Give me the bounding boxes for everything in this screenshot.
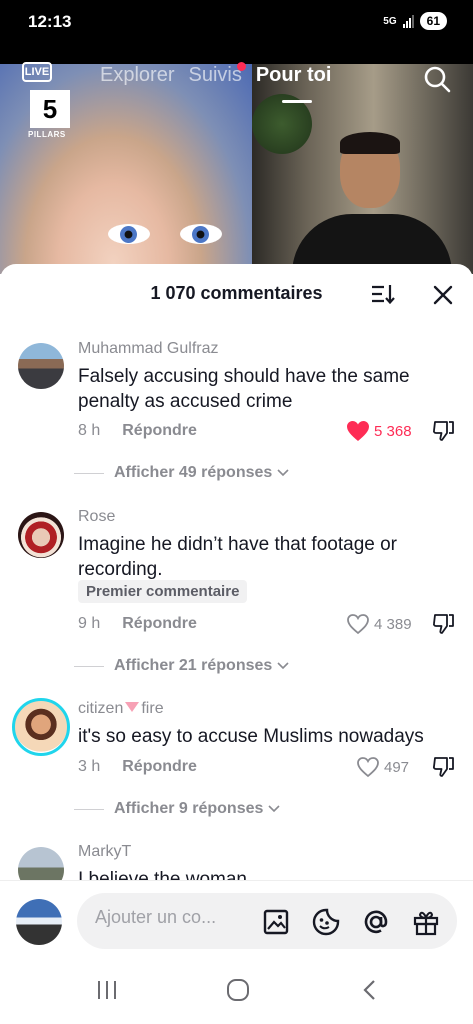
- view-replies-label: Afficher 49 réponses: [114, 464, 273, 481]
- recent-apps-icon[interactable]: [96, 978, 118, 1007]
- author-name-part: citizen: [78, 700, 124, 717]
- view-replies-link[interactable]: Afficher 21 réponses: [74, 657, 290, 675]
- comment-author[interactable]: Rose: [78, 508, 115, 526]
- comment-time: 3 h: [78, 758, 101, 775]
- like-count: 497: [384, 758, 410, 776]
- eye-shape: [180, 224, 222, 244]
- tab-pour-toi[interactable]: Pour toi: [256, 64, 331, 103]
- channel-name: PILLARS: [28, 130, 66, 139]
- reply-button[interactable]: Répondre: [122, 422, 197, 439]
- view-replies-label: Afficher 9 réponses: [114, 800, 264, 817]
- comment-meta: 3 h Répondre: [78, 758, 197, 776]
- image-icon[interactable]: [261, 907, 291, 937]
- channel-logo[interactable]: 5: [30, 90, 70, 128]
- back-icon[interactable]: [360, 978, 380, 1007]
- tab-suivis-label: Suivis: [188, 64, 242, 86]
- comment-input[interactable]: [95, 907, 255, 928]
- sheet-header: 1 070 commentaires: [0, 264, 473, 324]
- live-badge[interactable]: LIVE: [22, 62, 52, 82]
- comments-count-title: 1 070 commentaires: [150, 283, 323, 303]
- status-bar: 12:13 5G 61: [0, 0, 473, 64]
- chevron-down-icon: [277, 662, 289, 670]
- eye-shape: [108, 224, 150, 244]
- author-name-part: fire: [141, 700, 164, 717]
- heart-icon: [347, 421, 369, 441]
- view-replies-label: Afficher 21 réponses: [114, 657, 273, 674]
- divider: [74, 808, 104, 810]
- comment-author[interactable]: MarkyT: [78, 843, 131, 861]
- comment-input-bar: [0, 880, 473, 960]
- home-icon[interactable]: [226, 978, 250, 1007]
- tab-explorer[interactable]: Explorer: [100, 64, 174, 94]
- top-nav: Explorer Suivis Pour toi: [100, 62, 331, 103]
- comment-text: it's so easy to accuse Muslims nowadays: [78, 726, 424, 747]
- sticker-icon[interactable]: [311, 907, 341, 937]
- comment-author[interactable]: Muhammad Gulfraz: [78, 340, 219, 358]
- view-replies-link[interactable]: Afficher 9 réponses: [74, 800, 281, 818]
- heart-outline-icon: [357, 757, 379, 778]
- comment-time: 9 h: [78, 615, 101, 632]
- like-button[interactable]: 497: [356, 756, 409, 778]
- comment-text: Imagine he didn’t have that footage or r…: [78, 534, 398, 580]
- like-count: 5 368: [374, 422, 412, 440]
- search-icon[interactable]: [423, 65, 451, 98]
- notification-dot: [236, 62, 246, 71]
- system-nav-bar: [0, 960, 473, 1024]
- comment-meta: 9 h Répondre: [78, 615, 197, 633]
- like-count: 4 389: [374, 615, 412, 633]
- chevron-down-icon: [277, 469, 289, 477]
- plant-shape: [252, 94, 312, 154]
- status-icons: 5G 61: [383, 12, 447, 30]
- comment-time: 8 h: [78, 422, 101, 439]
- sort-icon[interactable]: [370, 282, 396, 311]
- tab-suivis[interactable]: Suivis: [188, 62, 246, 94]
- like-button[interactable]: 4 389: [346, 613, 412, 635]
- reply-button[interactable]: Répondre: [122, 615, 197, 632]
- avatar[interactable]: [18, 343, 64, 389]
- heart-emoji-icon: [125, 702, 140, 712]
- reply-button[interactable]: Répondre: [122, 758, 197, 775]
- comment-meta: 8 h Répondre: [78, 422, 197, 440]
- avatar-live-ring[interactable]: [12, 698, 70, 756]
- divider: [74, 665, 104, 667]
- first-comment-badge: Premier commentaire: [78, 580, 248, 603]
- network-icon: 5G: [383, 15, 397, 27]
- comment-author[interactable]: citizen fire: [78, 700, 164, 718]
- view-replies-link[interactable]: Afficher 49 réponses: [74, 464, 290, 482]
- signal-icon: [402, 14, 414, 28]
- comment-input-container[interactable]: [77, 893, 457, 949]
- clock: 12:13: [28, 12, 72, 31]
- person-hair-shape: [340, 132, 400, 154]
- battery-icon: 61: [419, 12, 447, 30]
- chevron-down-icon: [268, 805, 280, 813]
- close-icon[interactable]: [432, 284, 454, 311]
- live-video[interactable]: [0, 64, 473, 274]
- avatar[interactable]: [18, 512, 64, 558]
- mention-icon[interactable]: [361, 907, 391, 937]
- dislike-icon[interactable]: [432, 756, 456, 783]
- comment-text: Falsely accusing should have the same pe…: [78, 366, 410, 412]
- dislike-icon[interactable]: [432, 420, 456, 447]
- my-avatar[interactable]: [16, 899, 62, 945]
- divider: [74, 472, 104, 474]
- like-button[interactable]: 5 368: [346, 420, 412, 442]
- heart-outline-icon: [347, 614, 369, 635]
- gift-icon[interactable]: [411, 907, 441, 937]
- dislike-icon[interactable]: [432, 613, 456, 640]
